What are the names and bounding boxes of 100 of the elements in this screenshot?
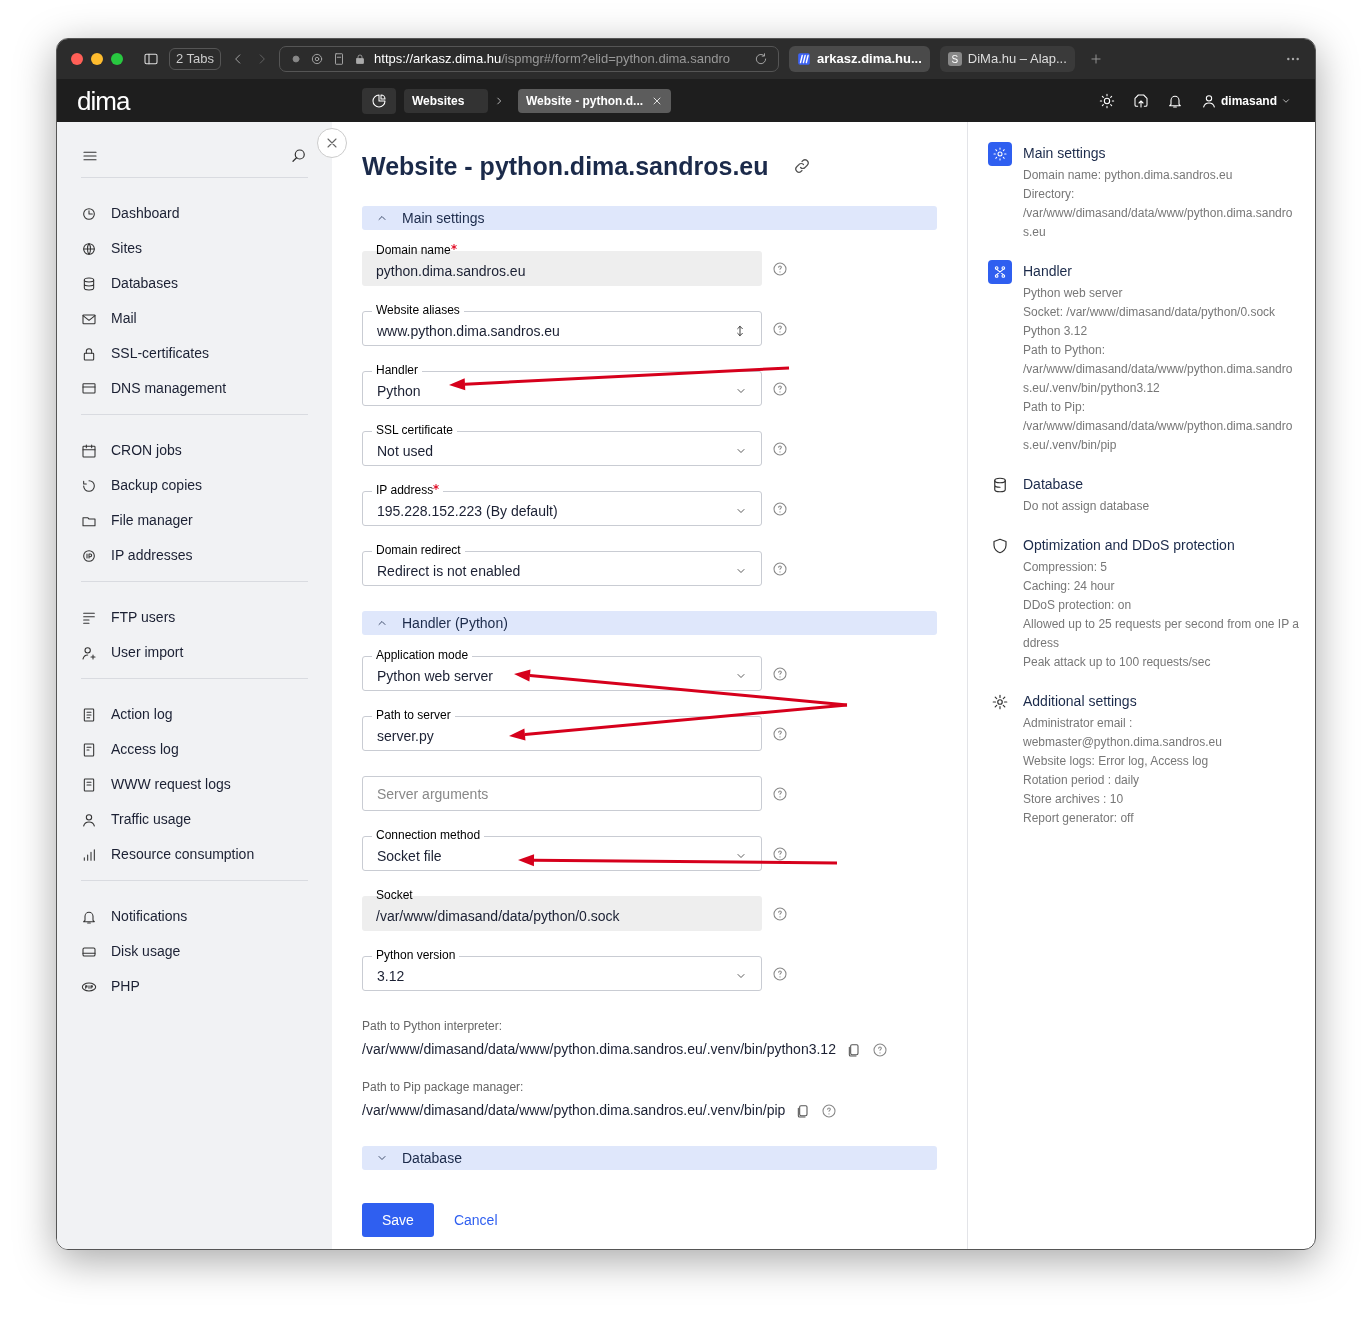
target-icon [310,52,325,66]
sidebar-icon[interactable] [143,51,159,67]
summary-line: Report generator: off [1023,810,1135,827]
document-log-icon [81,706,97,723]
section-header[interactable]: Main settings [362,206,937,230]
sidebar-item[interactable]: Disk usage [81,934,308,969]
database-icon [991,476,1009,494]
sidebar-item[interactable]: Databases [81,266,308,301]
summary-line: Do not assign database [1023,498,1150,515]
shield-icon [991,537,1009,555]
input-field[interactable]: Server arguments [362,776,762,811]
help-icon[interactable] [772,380,788,397]
pie-chart-icon [371,92,387,109]
ip-icon [81,547,97,564]
field-label: Website aliases [372,303,464,317]
summary-line: Socket: /var/www/dimasand/data/python/0.sock [1023,304,1277,321]
help-icon[interactable] [772,905,788,922]
sidebar-item[interactable]: SSL-certificates [81,336,308,371]
help-icon[interactable] [772,725,788,742]
server-icon [81,380,97,397]
window-control[interactable] [91,53,103,65]
field-label: Path to server [372,708,455,722]
sidebar-item[interactable]: Resource consumption [81,837,308,872]
summary-line: Domain name: python.dima.sandros.eu [1023,167,1234,184]
help-icon[interactable] [772,785,788,802]
section-header[interactable]: Database [362,1146,937,1170]
field-label: IP address [372,483,444,497]
record-icon [290,53,303,65]
nodes-icon [988,260,1012,284]
window-control[interactable] [111,53,123,65]
restore-icon [81,477,97,494]
sun-icon[interactable] [1099,92,1115,109]
settings-icon [988,142,1012,166]
link-icon[interactable] [792,157,811,175]
document-log-icon [81,741,97,758]
reload-icon[interactable] [754,52,769,66]
summary-line: webmaster@python.dima.sandros.eu [1023,734,1222,751]
tab-count-button[interactable]: 2 Tabs [169,48,222,70]
summary-line: Caching: 24 hour [1023,578,1116,595]
summary-line: Peak attack up to 100 requests/sec [1023,654,1212,671]
sidebar-item[interactable]: Notifications [81,899,308,934]
breadcrumb-tab[interactable]: Website - python.d... [518,88,672,113]
dashboard-button[interactable] [362,87,396,114]
sidebar-item[interactable]: WWW request logs [81,767,308,802]
help-icon[interactable] [772,500,788,517]
help-icon[interactable] [772,320,788,337]
help-icon[interactable] [772,665,788,682]
address-bar[interactable]: https://arkasz.dima.hu/ispmgr#/form?elid=python.dima.sandro [279,46,780,72]
document-log-icon [81,776,97,793]
bar-chart-icon [81,846,97,863]
summary-line: Website logs: Error log, Access log [1023,753,1210,770]
summary-line: Path to Python: [1023,342,1107,359]
save-button[interactable]: Save [362,1203,434,1237]
sidebar-item[interactable]: CRON jobs [81,433,308,468]
sidebar-item[interactable]: Mail [81,301,308,336]
user-icon [81,811,97,828]
sidebar-item[interactable]: Access log [81,732,308,767]
help-icon[interactable] [772,845,788,862]
gear-icon [991,693,1009,711]
breadcrumb-tab[interactable]: Websites [404,88,488,113]
summary-line: DDoS protection: on [1023,597,1133,614]
upload-icon[interactable] [1133,92,1149,109]
sidebar-item[interactable]: Dashboard [81,196,308,231]
section-header[interactable]: Handler (Python) [362,611,937,635]
help-icon[interactable] [772,965,788,982]
sidebar-item[interactable]: User import [81,635,308,670]
cancel-link[interactable]: Cancel [453,1209,498,1231]
search-icon[interactable] [290,146,308,165]
help-icon[interactable] [772,560,788,577]
favicon-icon [797,52,812,66]
summary-title: Additional settings [1023,692,1138,711]
summary-line: Directory: [1023,186,1076,203]
lock-icon [81,345,97,362]
summary-line: Compression: 5 [1023,559,1109,576]
logo[interactable]: dima [77,87,362,114]
help-icon[interactable] [772,260,788,277]
user-icon [1201,92,1217,109]
sidebar-item[interactable]: IP addresses [81,538,308,573]
help-icon[interactable] [871,1041,888,1058]
sidebar-item[interactable]: Action log [81,697,308,732]
sidebar-item[interactable]: File manager [81,503,308,538]
help-icon[interactable] [821,1102,838,1119]
sidebar-item[interactable]: PHP [81,969,308,1004]
lock-icon [354,53,367,65]
path-value: /var/www/dimasand/data/www/python.dima.sandros.eu/.venv/bin/pip [362,1101,786,1120]
help-icon[interactable] [772,440,788,457]
user-menu[interactable]: dimasand [1201,91,1291,110]
browser-tab[interactable]: arkasz.dima.hu... [789,46,930,72]
sidebar-item[interactable]: FTP users [81,600,308,635]
path-value: /var/www/dimasand/data/www/python.dima.sandros.eu/.venv/bin/python3.12 [362,1040,836,1059]
sidebar-item[interactable]: Backup copies [81,468,308,503]
sidebar-item[interactable]: DNS management [81,371,308,406]
database-icon [81,275,97,292]
browser-tab[interactable]: S DiMa.hu – Alap... [939,46,1075,72]
page-title: Website - python.dima.sandros.eu [362,151,769,182]
favicon: S [947,52,962,66]
field-label: Application mode [372,648,473,662]
sidebar-item[interactable]: Sites [81,231,308,266]
window-control[interactable] [71,53,83,65]
sidebar-item[interactable]: Traffic usage [81,802,308,837]
